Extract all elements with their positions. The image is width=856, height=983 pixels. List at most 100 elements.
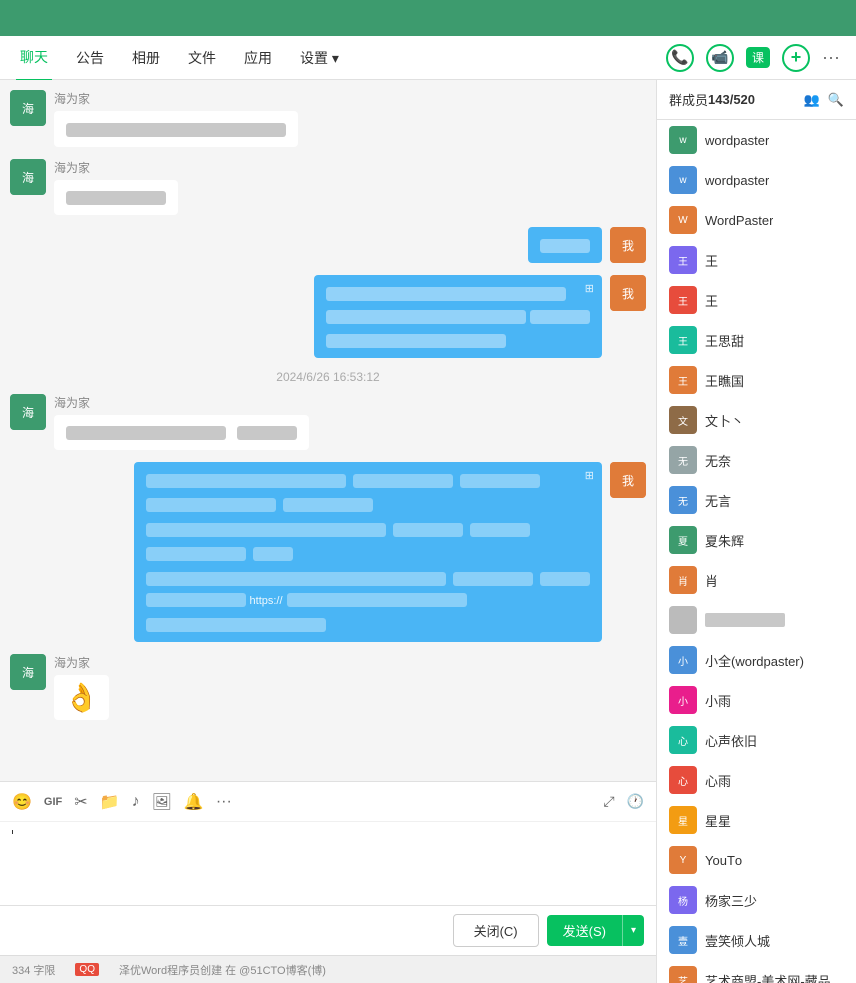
member-item[interactable]: 夏夏朱辉 <box>657 520 856 560</box>
chat-area: 海 海为家 海 海为家 <box>0 80 656 983</box>
message-content <box>528 227 602 263</box>
member-item[interactable]: 王王思甜 <box>657 320 856 360</box>
member-item[interactable]: 文文卜丶 <box>657 400 856 440</box>
bell-button[interactable]: 🔔 <box>184 792 204 812</box>
scissor-button[interactable]: ✂ <box>74 792 87 812</box>
member-item[interactable]: 星星星 <box>657 800 856 840</box>
message-row: 我 ⊞ https:// <box>10 462 646 642</box>
clock-button[interactable]: 🕐 <box>627 793 644 810</box>
member-item[interactable]: 无无言 <box>657 480 856 520</box>
member-avatar: 小 <box>669 686 697 714</box>
member-avatar: 艺 <box>669 966 697 983</box>
member-name: wordpaster <box>705 173 769 188</box>
close-button[interactable] <box>828 16 844 20</box>
message-row: 海 海为家 <box>10 394 646 451</box>
member-item[interactable]: 无无奈 <box>657 440 856 480</box>
avatar: 我 <box>610 227 646 263</box>
qq-badge: QQ <box>75 963 99 976</box>
member-item[interactable]: YYouTо <box>657 840 856 880</box>
avatar: 海 <box>10 654 46 690</box>
members-header-icons: 👥 🔍 <box>804 92 844 108</box>
nav-album[interactable]: 相册 <box>128 36 164 80</box>
send-button[interactable]: 发送(S) <box>547 915 622 946</box>
report-button[interactable] <box>740 16 752 20</box>
member-avatar: 星 <box>669 806 697 834</box>
expand-icon[interactable]: ⊞ <box>585 281 594 298</box>
member-name: 心雨 <box>705 771 731 790</box>
close-chat-button[interactable]: 关闭(C) <box>453 914 539 947</box>
nav-app[interactable]: 应用 <box>240 36 276 80</box>
maximize-button[interactable] <box>804 16 820 20</box>
nav-chat[interactable]: 聊天 <box>16 35 52 81</box>
messages-container[interactable]: 海 海为家 海 海为家 <box>0 80 656 781</box>
music-button[interactable]: ♪ <box>132 793 140 811</box>
member-avatar: W <box>669 206 697 234</box>
nav-left: 聊天 公告 相册 文件 应用 设置 ▾ <box>16 35 343 81</box>
nav-file[interactable]: 文件 <box>184 36 220 80</box>
member-item[interactable]: 小小全(wordpaster) <box>657 640 856 680</box>
member-avatar: 王 <box>669 286 697 314</box>
message-row: 海 海为家 <box>10 90 646 147</box>
member-item[interactable]: 王王 <box>657 240 856 280</box>
nav-settings[interactable]: 设置 ▾ <box>296 36 343 80</box>
member-avatar: 无 <box>669 486 697 514</box>
members-title: 群成员 <box>669 90 708 109</box>
member-avatar: 心 <box>669 726 697 754</box>
message-content: 海为家 <box>54 90 298 147</box>
member-item[interactable]: 艺艺术商盟-美术网-藏品库- <box>657 960 856 983</box>
send-bar: 关闭(C) 发送(S) ▾ <box>0 905 656 955</box>
course-button[interactable]: 课 <box>746 47 770 68</box>
message-row: 海 海为家 <box>10 159 646 216</box>
member-name: 王思甜 <box>705 331 744 350</box>
member-item[interactable]: W WordPaster <box>657 200 856 240</box>
member-item[interactable]: 心心雨 <box>657 760 856 800</box>
expand-button[interactable]: ⤢ <box>603 793 614 810</box>
member-item[interactable]: 壹壹笑倾人城 <box>657 920 856 960</box>
member-item[interactable]: 心心声依旧 <box>657 720 856 760</box>
folder-button[interactable]: 📁 <box>100 792 120 812</box>
more-toolbar-button[interactable]: ··· <box>216 793 232 811</box>
gif-button[interactable]: GIF <box>44 796 62 808</box>
send-dropdown-button[interactable]: ▾ <box>622 915 644 946</box>
member-item[interactable]: 王王瞧国 <box>657 360 856 400</box>
message-sender: 海为家 <box>54 654 109 671</box>
member-avatar: w <box>669 126 697 154</box>
member-item[interactable]: 小小雨 <box>657 680 856 720</box>
member-item[interactable]: 王王 <box>657 280 856 320</box>
members-icon1[interactable]: 👥 <box>804 92 820 108</box>
status-bar: 334 字限 QQ 泽优Word程序员创建 在 @51CTO博客(博) <box>0 955 656 983</box>
member-name: 星星 <box>705 811 731 830</box>
member-name: wordpaster <box>705 133 769 148</box>
svg-text:我: 我 <box>622 474 634 488</box>
avatar: 海 <box>10 90 46 126</box>
member-item[interactable] <box>657 600 856 640</box>
message-sender: 海为家 <box>54 159 178 176</box>
member-name: WordPaster <box>705 213 773 228</box>
member-name: 文卜丶 <box>705 411 744 430</box>
member-item[interactable]: w wordpaster <box>657 120 856 160</box>
nav-notice[interactable]: 公告 <box>72 36 108 80</box>
members-sidebar: 群成员 143/520 👥 🔍 wwordpasterwwordpasterWW… <box>656 80 856 983</box>
expand-icon[interactable]: ⊞ <box>585 468 594 485</box>
member-name: 王瞧国 <box>705 371 744 390</box>
member-item[interactable]: 肖肖 <box>657 560 856 600</box>
member-item[interactable]: 杨杨家三少 <box>657 880 856 920</box>
chevron-icon[interactable] <box>760 16 772 20</box>
message-input[interactable] <box>12 834 644 894</box>
member-avatar: 王 <box>669 246 697 274</box>
members-list[interactable]: wwordpasterwwordpasterWWordPaster王王王王王王思… <box>657 120 856 983</box>
member-name: 夏朱辉 <box>705 531 744 550</box>
minimize-button[interactable] <box>780 16 796 20</box>
more-nav-button[interactable]: ··· <box>822 47 840 68</box>
member-item[interactable]: wwordpaster <box>657 160 856 200</box>
svg-text:海: 海 <box>22 665 34 680</box>
member-name: 肖 <box>705 571 718 590</box>
members-search-icon[interactable]: 🔍 <box>828 92 844 108</box>
video-button[interactable]: 📹 <box>706 44 734 72</box>
call-button[interactable]: 📞 <box>666 44 694 72</box>
member-avatar: 小 <box>669 646 697 674</box>
image-button[interactable]: 🖼 <box>152 792 172 812</box>
message-bubble <box>54 415 309 451</box>
add-button[interactable]: + <box>782 44 810 72</box>
emoji-button[interactable]: 😊 <box>12 792 32 812</box>
